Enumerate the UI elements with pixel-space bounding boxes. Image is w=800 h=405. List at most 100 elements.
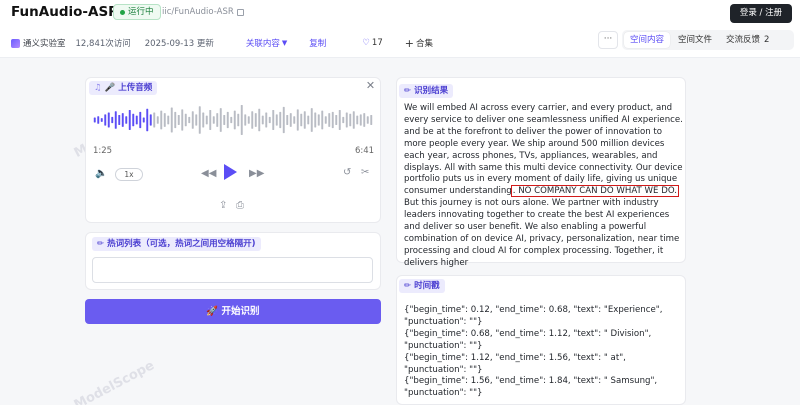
waveform-bar <box>118 115 121 125</box>
repo-path[interactable]: iic/FunAudio-ASR <box>162 7 244 17</box>
waveform-bar <box>135 115 138 125</box>
status-dot-icon <box>120 9 125 15</box>
waveform-bar <box>307 115 310 125</box>
waveform-bar <box>156 116 159 124</box>
timestamp-line: {"begin_time": 1.56, "end_time": 1.84, "… <box>404 376 658 399</box>
waveform-bar <box>244 114 247 126</box>
login-button[interactable]: 登录 / 注册 <box>730 4 792 23</box>
waveform-bar <box>191 111 194 129</box>
like-button[interactable]: ♡ 17 <box>362 38 382 48</box>
waveform-bar <box>324 116 327 124</box>
waveform-bar <box>345 112 348 128</box>
record-mic-icon[interactable]: ⎙ <box>236 200 244 212</box>
space-tabs: 空间内容 空间文件 交流反馈 2 <box>622 30 794 50</box>
waveform-bar <box>237 113 240 127</box>
total-time: 6:41 <box>355 146 375 156</box>
volume-icon[interactable]: 🔈 <box>95 168 107 180</box>
scissors-icon[interactable]: ✂ <box>361 167 369 179</box>
result-label-text: 识别结果 <box>414 86 449 96</box>
waveform-bar <box>230 116 233 124</box>
waveform-bar <box>314 112 317 128</box>
start-recognition-button[interactable]: 🚀 开始识别 <box>85 299 381 324</box>
timestamp-line: {"begin_time": 0.68, "end_time": 1.12, "… <box>404 328 652 351</box>
waveform-bar <box>216 113 219 127</box>
hotword-input[interactable] <box>92 257 373 283</box>
fast-forward-icon[interactable]: ▶▶ <box>249 168 264 180</box>
waveform-bar <box>352 111 355 129</box>
app-title: FunAudio-ASR <box>11 4 119 20</box>
copy-icon[interactable] <box>236 8 244 16</box>
visit-count: 12,841次访问 <box>75 39 131 49</box>
upload-icon[interactable]: ⇪ <box>219 200 227 212</box>
waveform-bar <box>219 108 222 132</box>
waveform-bar <box>366 116 369 124</box>
result-text-part: But this journey is not ours alone. We p… <box>404 198 680 268</box>
waveform-bar <box>139 111 142 129</box>
timestamp-label: ✏ 时间戳 <box>399 279 445 293</box>
waveform-bar <box>212 116 215 124</box>
waveform-bar <box>198 106 201 134</box>
waveform-bar <box>317 114 320 126</box>
waveform-bar <box>226 111 229 129</box>
waveform-bar <box>338 110 341 130</box>
like-count: 17 <box>371 38 383 48</box>
related-content-dropdown[interactable]: 关联内容 ▼ <box>246 37 287 49</box>
waveform-bar <box>142 117 145 123</box>
waveform-bar <box>300 113 303 127</box>
tab-label: 交流反馈 <box>726 35 761 45</box>
waveform-bar <box>254 113 257 127</box>
tab-space-files[interactable]: 空间文件 <box>672 32 718 48</box>
more-options-button[interactable]: ··· <box>598 31 618 49</box>
playback-speed-button[interactable]: 1x <box>115 168 143 181</box>
waveform-bar <box>132 113 135 127</box>
waveform-bar <box>331 111 334 129</box>
waveform-bar <box>265 112 268 128</box>
current-time: 1:25 <box>93 146 113 156</box>
timestamp-text[interactable]: {"begin_time": 0.12, "end_time": 0.68, "… <box>404 305 684 400</box>
hotword-label: ✏ 热词列表（可选，热词之间用空格隔开) <box>92 237 261 251</box>
timestamp-label-text: 时间戳 <box>414 281 440 291</box>
waveform-bar <box>170 107 173 133</box>
waveform-bar <box>303 111 306 129</box>
audio-waveform[interactable] <box>93 104 373 136</box>
undo-icon[interactable]: ↺ <box>343 167 351 179</box>
waveform-bar <box>114 111 117 129</box>
waveform-bar <box>100 118 103 122</box>
waveform-bar <box>240 105 243 135</box>
audio-panel <box>85 77 381 223</box>
waveform-bar <box>258 108 261 132</box>
tab-feedback[interactable]: 交流反馈 2 <box>720 32 775 48</box>
waveform-bar <box>125 116 128 124</box>
waveform-bar <box>328 113 331 127</box>
org-link[interactable]: 通义实验室 <box>11 37 66 49</box>
waveform-bar <box>310 108 313 132</box>
result-text[interactable]: We will embed AI across every carrier, a… <box>404 103 684 270</box>
waveform-bar <box>146 108 149 132</box>
status-text: 运行中 <box>128 7 154 17</box>
waveform-bar <box>370 115 373 125</box>
chevron-down-icon: ▼ <box>281 39 288 47</box>
related-content-label: 关联内容 <box>245 39 280 49</box>
waveform-bar <box>111 116 114 124</box>
waveform-bar <box>149 114 152 126</box>
waveform-bar <box>223 115 226 125</box>
waveform-bar <box>272 110 275 130</box>
waveform-bar <box>282 106 285 134</box>
waveform-bar <box>160 110 163 130</box>
org-logo-icon <box>11 38 20 48</box>
tab-label: 空间文件 <box>678 35 713 45</box>
waveform-bar <box>174 111 177 129</box>
waveform-bar <box>289 113 292 127</box>
waveform-bar <box>104 114 107 126</box>
pencil-icon: ✏ <box>404 281 412 291</box>
rewind-icon[interactable]: ◀◀ <box>201 168 216 180</box>
collect-button[interactable]: + 合集 <box>405 37 433 50</box>
waveform-bar <box>356 115 359 125</box>
play-icon[interactable] <box>224 164 237 180</box>
close-icon[interactable]: ✕ <box>365 80 376 92</box>
tab-space-content[interactable]: 空间内容 <box>624 32 671 48</box>
waveform-bar <box>209 110 212 130</box>
copy-button[interactable]: 复制 <box>309 37 326 49</box>
audio-label: ♫ 🎤 上传音频 <box>89 81 158 95</box>
waveform-bar <box>93 117 96 123</box>
